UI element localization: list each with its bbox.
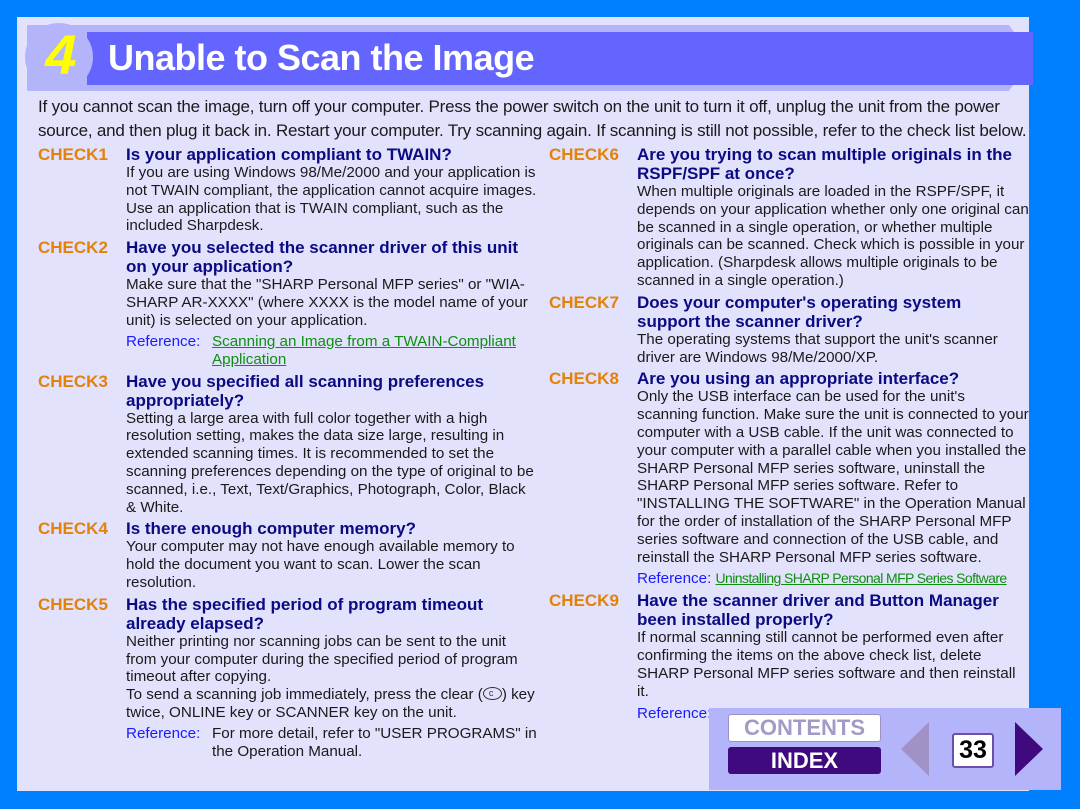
check-item-4: CHECK4 Is there enough computer memory? …	[38, 519, 538, 591]
reference-label: Reference:	[637, 704, 712, 722]
chapter-number: 4	[45, 23, 77, 86]
reference: Reference: Scanning an Image from a TWAI…	[126, 333, 538, 369]
check-question: Have the scanner driver and Button Manag…	[637, 591, 999, 630]
check-question: Does your computer's operating system su…	[637, 292, 962, 331]
check-body: Make sure that the "SHARP Personal MFP s…	[126, 276, 528, 329]
reference-link-uninstall[interactable]: Uninstalling SHARP Personal MFP Series S…	[716, 570, 1008, 586]
check-label: CHECK7	[549, 292, 619, 312]
next-page-arrow-icon[interactable]	[1015, 722, 1043, 776]
check-question: Is your application compliant to TWAIN?	[126, 145, 452, 164]
check-label: CHECK4	[38, 519, 108, 539]
check-question: Has the specified period of program time…	[126, 594, 484, 633]
contents-button[interactable]: CONTENTS	[728, 714, 881, 742]
check-list-right: CHECK6 Are you trying to scan multiple o…	[549, 145, 1029, 724]
check-item-2: CHECK2 Have you selected the scanner dri…	[38, 238, 538, 368]
previous-page-arrow-icon[interactable]	[901, 722, 929, 776]
check-label: CHECK5	[38, 594, 108, 614]
check-body: The operating systems that support the u…	[637, 330, 998, 366]
check-label: CHECK1	[38, 145, 108, 164]
check-question: Are you trying to scan multiple original…	[637, 145, 1012, 183]
reference-label: Reference:	[637, 570, 712, 588]
navigation-panel: CONTENTS INDEX 33	[709, 708, 1061, 790]
check-item-1: CHECK1 Is your application compliant to …	[38, 145, 538, 235]
page-title: Unable to Scan the Image	[108, 37, 535, 78]
clear-key-icon	[482, 685, 502, 703]
check-label: CHECK6	[549, 145, 619, 164]
check-body: Setting a large area with full color tog…	[126, 409, 534, 516]
reference: Reference: Uninstalling SHARP Personal M…	[637, 569, 1029, 588]
check-body: If normal scanning still cannot be perfo…	[637, 629, 1016, 700]
check-label: CHECK3	[38, 371, 108, 391]
check-body: Neither printing nor scanning jobs can b…	[126, 632, 518, 686]
check-label: CHECK8	[549, 369, 619, 389]
intro-paragraph: If you cannot scan the image, turn off y…	[38, 97, 1027, 140]
check-item-3: CHECK3 Have you specified all scanning p…	[38, 372, 538, 517]
reference-label: Reference:	[126, 332, 201, 350]
check-label: CHECK2	[38, 238, 108, 258]
check-item-9: CHECK9 Have the scanner driver and Butto…	[549, 591, 1029, 722]
page-number: 33	[952, 733, 994, 768]
manual-page: 4 Unable to Scan the Image If you cannot…	[17, 17, 1061, 791]
check-item-6: CHECK6 Are you trying to scan multiple o…	[549, 145, 1029, 290]
reference-text: For more detail, refer to "USER PROGRAMS…	[212, 724, 537, 760]
check-item-8: CHECK8 Are you using an appropriate inte…	[549, 369, 1029, 588]
check-question: Are you using an appropriate interface?	[637, 369, 960, 389]
check-body: Only the USB interface can be used for t…	[637, 388, 1029, 566]
reference: Reference: For more detail, refer to "US…	[126, 725, 538, 761]
check-label: CHECK9	[549, 591, 619, 611]
reference-label: Reference:	[126, 724, 201, 742]
check-item-5: CHECK5 Has the specified period of progr…	[38, 595, 538, 761]
check-body: Your computer may not have enough availa…	[126, 538, 515, 591]
check-list-left: CHECK1 Is your application compliant to …	[38, 145, 538, 762]
check-question: Is there enough computer memory?	[126, 519, 416, 539]
check-body: If you are using Windows 98/Me/2000 and …	[126, 164, 537, 235]
check-body: When multiple originals are loaded in th…	[637, 183, 1029, 289]
index-button[interactable]: INDEX	[728, 747, 881, 774]
check-item-7: CHECK7 Does your computer's operating sy…	[549, 293, 1029, 367]
check-body-clear-key: To send a scanning job immediately, pres…	[126, 685, 538, 722]
reference-link-twain[interactable]: Scanning an Image from a TWAIN-Compliant…	[212, 333, 516, 368]
check-question: Have you selected the scanner driver of …	[126, 238, 519, 277]
check-question: Have you specified all scanning preferen…	[126, 371, 485, 410]
